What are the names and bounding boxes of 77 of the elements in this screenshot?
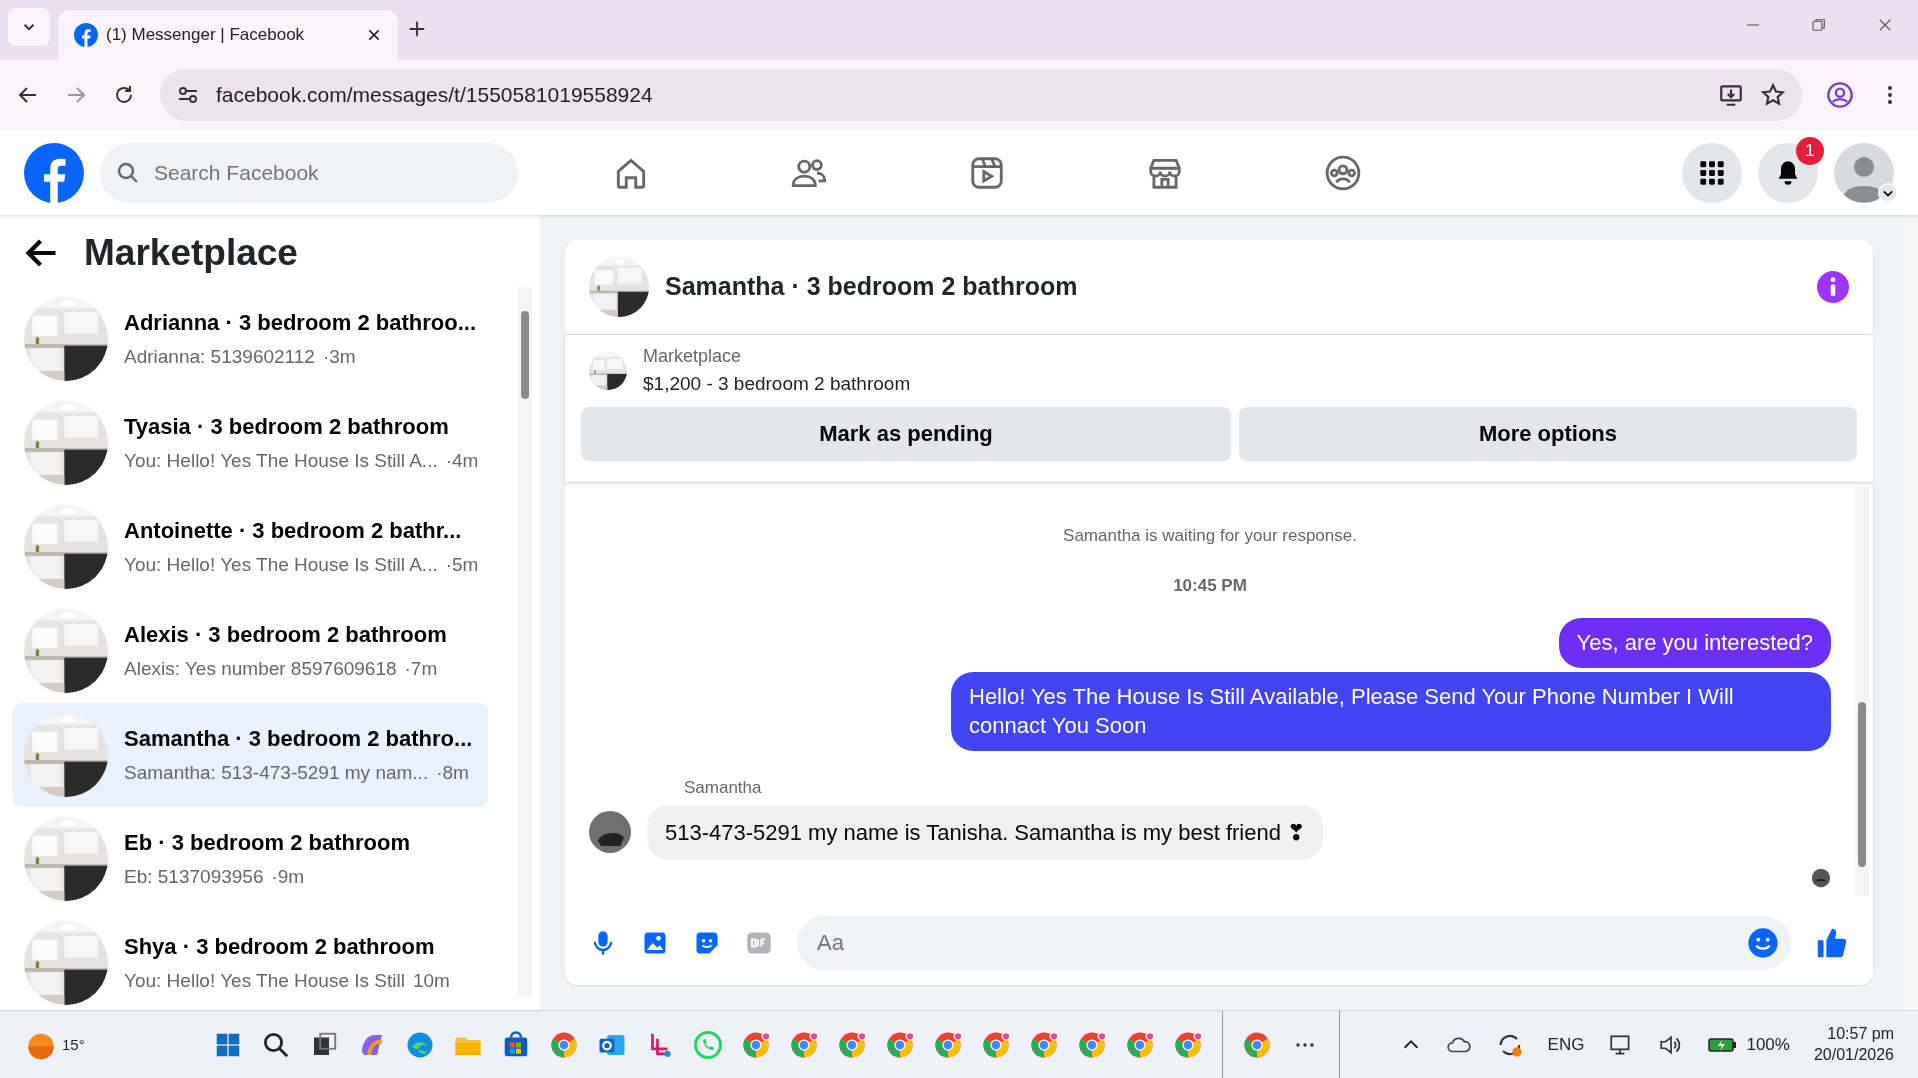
clock-time[interactable]: 10:57 pm: [1813, 1023, 1894, 1045]
chrome-icon[interactable]: [837, 1029, 867, 1060]
message-preview: You: Hello! Yes The House Is Still: [124, 969, 405, 994]
listing-label: Marketplace: [643, 345, 743, 368]
profile-icon[interactable]: [1826, 81, 1854, 109]
conversation-title: Alexis · 3 bedroom 2 bathroom: [124, 621, 447, 650]
waiting-notice: Samantha is waiting for your response.: [1063, 526, 1357, 545]
conversation-item[interactable]: Shya · 3 bedroom 2 bathroom You: Hello! Yes The House Is Still 10m: [12, 911, 489, 1009]
conversation-title: Tyasia · 3 bedroom 2 bathroom: [124, 413, 450, 442]
chrome-icon[interactable]: [981, 1029, 1011, 1060]
conversation-item[interactable]: Eb · 3 bedroom 2 bathroom Eb: 5137093956 ·9m: [12, 807, 489, 911]
message-time: 10m: [412, 969, 450, 994]
message-time: ·5m: [445, 553, 479, 578]
conversation-title: Samantha · 3 bedroom 2 bathro...: [124, 725, 473, 754]
conversation-item[interactable]: Alexis · 3 bedroom 2 bathroom Alexis: Yes number 8597609618 ·7m: [12, 599, 489, 703]
conversation-title: Antoinette · 3 bedroom 2 bathr...: [124, 517, 463, 546]
info-icon[interactable]: [1817, 271, 1849, 303]
chrome-icon[interactable]: [741, 1029, 771, 1060]
message-time: ·7m: [404, 657, 438, 682]
message-input[interactable]: Aa: [797, 915, 1791, 970]
conversation-item[interactable]: Samantha · 3 bedroom 2 bathro... Samantha: 513-473-5291 my nam... ·8m: [12, 703, 489, 807]
search-field[interactable]: Search Facebook: [100, 142, 518, 203]
weather-temperature[interactable]: 15°: [62, 1033, 85, 1056]
message-preview: You: Hello! Yes The House Is Still A...: [124, 449, 438, 474]
mark-pending-button[interactable]: Mark as pending: [581, 406, 1231, 461]
timestamp: 10:45 PM: [1173, 575, 1247, 595]
message-time: ·3m: [322, 345, 356, 370]
sent-message: Hello! Yes The House Is Still Available, Please Send Your Phone Number I Will connact You Soon: [951, 671, 1831, 752]
conversation-item[interactable]: Adrianna · 3 bedroom 2 bathroo... Adrianna: 5139602112 ·3m: [12, 287, 489, 391]
groups-icon[interactable]: [1324, 153, 1362, 192]
message-preview: Adrianna: 5139602112: [124, 345, 315, 370]
install-icon[interactable]: [1718, 82, 1744, 108]
restore-icon[interactable]: [1810, 16, 1828, 34]
chrome-icon[interactable]: [789, 1029, 819, 1060]
scrollbar[interactable]: [518, 287, 532, 997]
message-preview: Eb: 5137093956: [124, 865, 264, 890]
chrome-icon[interactable]: [1173, 1029, 1203, 1060]
conversation-item[interactable]: Antoinette · 3 bedroom 2 bathr... You: Hello! Yes The House Is Still A... ·5m: [12, 495, 489, 599]
close-icon[interactable]: [366, 27, 382, 43]
star-icon[interactable]: [1760, 82, 1786, 108]
facebook-logo-icon: [74, 23, 98, 47]
chrome-icon[interactable]: [885, 1029, 915, 1060]
sent-message: Yes, are you interested?: [1558, 618, 1831, 668]
battery-percentage[interactable]: 100%: [1746, 1031, 1790, 1058]
received-message: 513-473-5291 my name is Tanisha. Samantha is my best friend ❣: [647, 804, 1324, 860]
message-preview: Alexis: Yes number 8597609618: [124, 657, 397, 682]
caret-icon[interactable]: [1878, 183, 1898, 204]
grid-icon: [1698, 158, 1726, 187]
chrome-icon[interactable]: [1077, 1029, 1107, 1060]
message-preview: You: Hello! Yes The House Is Still A...: [124, 553, 438, 578]
conversation-title: Eb · 3 bedroom 2 bathroom: [124, 829, 411, 858]
scrollbar[interactable]: [1855, 487, 1869, 896]
chrome-icon[interactable]: [1125, 1029, 1155, 1060]
sidebar-title: Marketplace: [84, 231, 298, 276]
conversation-title: Adrianna · 3 bedroom 2 bathroo...: [124, 309, 477, 338]
conversation-title: Shya · 3 bedroom 2 bathroom: [124, 933, 436, 962]
sender-name: Samantha: [684, 778, 762, 798]
message-time: ·8m: [436, 761, 469, 786]
seen-avatar-icon: [1811, 867, 1831, 888]
scrollbar[interactable]: [1904, 215, 1918, 1010]
message-time: ·4m: [445, 449, 479, 474]
notifications-button[interactable]: [1758, 142, 1818, 203]
language-indicator[interactable]: ENG: [1547, 1031, 1585, 1058]
clock-date[interactable]: 20/01/2026: [1813, 1044, 1894, 1066]
listing-title: $1,200 - 3 bedroom 2 bathroom: [643, 372, 911, 396]
chrome-icon[interactable]: [933, 1029, 963, 1060]
facebook-logo-icon[interactable]: [24, 142, 84, 203]
more-options-button[interactable]: More options: [1239, 406, 1857, 461]
chrome-icon[interactable]: [1029, 1029, 1059, 1060]
search-icon: [116, 160, 140, 185]
chat-title: Samantha · 3 bedroom 2 bathroom: [665, 271, 1079, 303]
message-preview: Samantha: 513-473-5291 my nam...: [124, 761, 429, 786]
contact-avatar-icon: [589, 811, 631, 854]
emoji-icon[interactable]: [1747, 926, 1779, 959]
message-time: ·9m: [271, 865, 305, 890]
conversation-item[interactable]: Tyasia · 3 bedroom 2 bathroom You: Hello! Yes The House Is Still A... ·4m: [12, 391, 489, 495]
notification-badge: 1: [1796, 136, 1824, 165]
